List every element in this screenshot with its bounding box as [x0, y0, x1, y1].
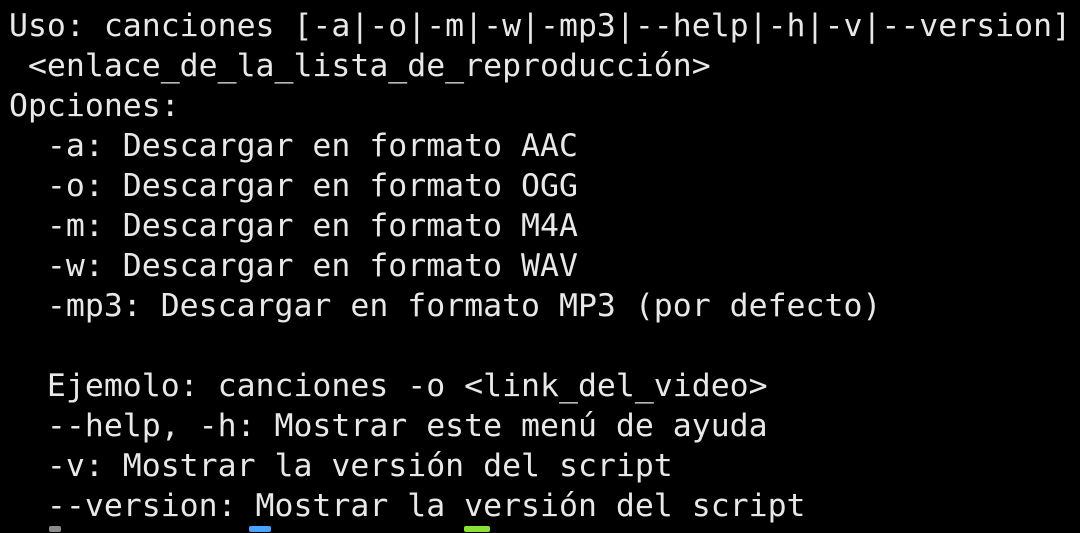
cut-off-prompt-line [9, 522, 1069, 533]
option-m4a: -m: Descargar en formato M4A [9, 208, 578, 244]
prompt-path-fragment [464, 526, 490, 532]
terminal-window[interactable]: Uso: canciones [-a|-o|-m|-w|-mp3|--help|… [0, 0, 1080, 533]
option-aac: -a: Descargar en formato AAC [9, 128, 578, 164]
example-line: Ejemolo: canciones -o <link_del_video> [9, 368, 768, 404]
option-version: --version: Mostrar la versión del script [9, 488, 806, 524]
prompt-user-fragment [49, 526, 61, 532]
usage-line: Uso: canciones [-a|-o|-m|-w|-mp3|--help|… [9, 8, 1072, 44]
prompt-host-fragment [249, 526, 271, 532]
option-v: -v: Mostrar la versión del script [9, 448, 673, 484]
option-ogg: -o: Descargar en formato OGG [9, 168, 578, 204]
option-wav: -w: Descargar en formato WAV [9, 248, 578, 284]
option-mp3: -mp3: Descargar en formato MP3 (por defe… [9, 288, 882, 324]
options-heading: Opciones: [9, 88, 180, 124]
option-help: --help, -h: Mostrar este menú de ayuda [9, 408, 768, 444]
usage-arg-line: <enlace_de_la_lista_de_reproducción> [9, 48, 711, 84]
